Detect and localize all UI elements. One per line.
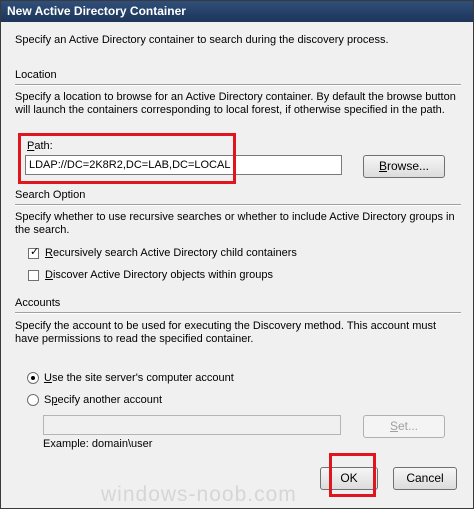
path-highlight-box — [18, 133, 236, 184]
radio-selected-dot-icon — [31, 376, 35, 380]
cancel-button[interactable]: Cancel — [393, 467, 457, 490]
accounts-divider — [15, 312, 461, 314]
intro-text: Specify an Active Directory container to… — [15, 34, 389, 46]
watermark-text: windows-noob.com — [101, 483, 297, 506]
browse-button[interactable]: Browse... — [363, 155, 445, 178]
account-name-input[interactable] — [43, 415, 341, 435]
location-header: Location — [15, 69, 57, 81]
account-example-text: Example: domain\user — [43, 438, 153, 450]
window-title: New Active Directory Container — [7, 4, 186, 18]
dialog-window: New Active Directory Container Specify a… — [0, 0, 474, 509]
specify-account-label[interactable]: Specify another account — [44, 394, 162, 406]
set-button[interactable]: Set... — [363, 415, 445, 438]
search-desc-line1: Specify whether to use recursive searche… — [15, 211, 455, 223]
site-server-account-radio[interactable] — [27, 372, 39, 384]
recursive-search-label[interactable]: Recursively search Active Directory chil… — [45, 247, 297, 259]
ok-highlight-box — [329, 453, 376, 497]
accounts-header: Accounts — [15, 297, 61, 309]
check-mark-icon: ✓ — [30, 246, 40, 258]
title-bar[interactable]: New Active Directory Container — [1, 1, 473, 22]
location-desc-line2: will launch the containers corresponding… — [15, 104, 445, 116]
accounts-desc-line1: Specify the account to be used for execu… — [15, 320, 437, 332]
location-desc-line1: Specify a location to browse for an Acti… — [15, 91, 456, 103]
search-option-header: Search Option — [15, 189, 86, 201]
specify-account-radio[interactable] — [27, 394, 39, 406]
accounts-desc-line2: have permissions to read the specified c… — [15, 333, 254, 345]
search-option-divider — [15, 204, 461, 206]
recursive-search-checkbox[interactable]: ✓ — [28, 246, 40, 259]
discover-groups-checkbox[interactable] — [28, 270, 39, 281]
search-desc-line2: the search. — [15, 224, 70, 236]
discover-groups-label[interactable]: Discover Active Directory objects within… — [45, 269, 273, 281]
location-divider — [15, 84, 461, 86]
site-server-account-label[interactable]: Use the site server's computer account — [44, 372, 234, 384]
